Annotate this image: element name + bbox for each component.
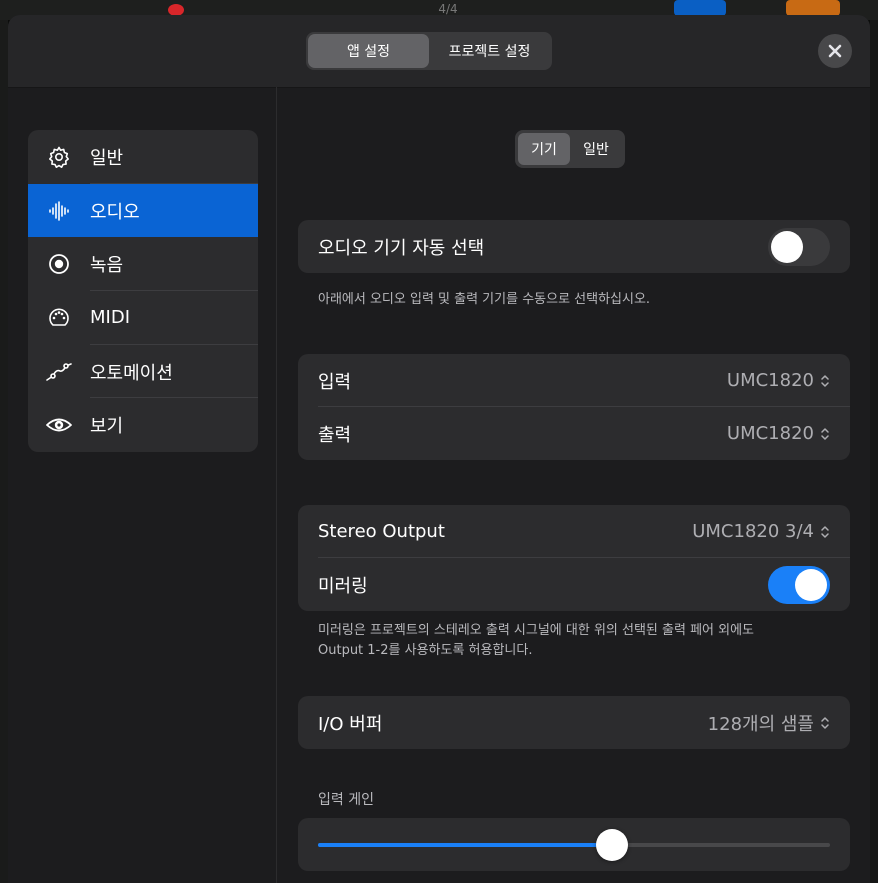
io-buffer-label: I/O 버퍼: [318, 713, 383, 735]
sidebar-item-automation[interactable]: 오토메이션: [28, 345, 258, 399]
input-gain-slider-knob[interactable]: [596, 829, 629, 861]
chevron-up-down-icon: [821, 427, 829, 440]
waveform-icon: [28, 199, 90, 223]
sidebar-item-view[interactable]: 보기: [28, 398, 258, 452]
io-buffer-group: I/O 버퍼 128개의 샘플: [298, 696, 850, 749]
stereo-output-value: UMC1820 3/4: [692, 521, 814, 542]
devices-group: 입력 UMC1820 출력 UMC1820: [298, 354, 850, 460]
background-edge-left: [0, 20, 8, 883]
audio-subtab-segmented-control: 기기 일반: [515, 130, 625, 168]
input-gain-slider[interactable]: [318, 829, 830, 861]
close-button[interactable]: [818, 34, 852, 68]
sidebar-item-label: 녹음: [90, 255, 124, 277]
chevron-up-down-icon: [821, 525, 829, 538]
sidebar: 일반 오디오 녹음 MIDI 오토메이션 보기: [28, 130, 258, 452]
sidebar-item-label: 일반: [90, 147, 124, 169]
auto-select-label: 오디오 기기 자동 선택: [318, 237, 485, 259]
chevron-up-down-icon: [821, 716, 829, 729]
io-buffer-value: 128개의 샘플: [707, 713, 814, 735]
mirroring-label: 미러링: [318, 575, 368, 597]
tab-devices[interactable]: 기기: [518, 133, 570, 165]
auto-select-footnote: 아래에서 오디오 입력 및 출력 기기를 수동으로 선택하십시오.: [318, 292, 651, 307]
mirroring-row: 미러링: [298, 558, 850, 611]
sidebar-item-label: MIDI: [90, 307, 131, 329]
sidebar-item-general[interactable]: 일반: [28, 130, 258, 184]
sidebar-item-label: 오토메이션: [90, 362, 173, 384]
close-icon: [828, 44, 842, 58]
input-device-row[interactable]: 입력 UMC1820: [298, 354, 850, 407]
background-metronome-button: [674, 0, 726, 16]
toggle-knob: [771, 230, 803, 263]
stereo-output-row[interactable]: Stereo Output UMC1820 3/4: [298, 505, 850, 558]
sidebar-item-label: 오디오: [90, 201, 140, 223]
mirroring-footnote-line2: Output 1-2를 사용하도록 허용합니다.: [318, 643, 533, 658]
auto-select-toggle[interactable]: [768, 227, 830, 266]
record-icon: [28, 252, 90, 276]
panel-header: 앱 설정 프로젝트 설정: [8, 15, 870, 88]
sidebar-divider: [276, 87, 277, 883]
settings-scope-segmented-control: 앱 설정 프로젝트 설정: [306, 32, 552, 70]
sidebar-item-midi[interactable]: MIDI: [28, 291, 258, 345]
stereo-output-group: Stereo Output UMC1820 3/4 미러링: [298, 505, 850, 611]
mirroring-footnote-line1: 미러링은 프로젝트의 스테레오 출력 시그널에 대한 위의 선택된 출력 페어 …: [318, 623, 755, 638]
auto-select-row: 오디오 기기 자동 선택: [298, 220, 850, 273]
background-orange-button: [786, 0, 840, 16]
mirroring-footnote: 미러링은 프로젝트의 스테레오 출력 시그널에 대한 위의 선택된 출력 페어 …: [318, 621, 838, 661]
settings-panel: 앱 설정 프로젝트 설정 일반 오디오 녹음 MIDI 오토메이션 보기 기기 …: [8, 15, 870, 883]
tab-general[interactable]: 일반: [570, 133, 622, 165]
midi-connector-icon: [28, 306, 90, 330]
input-gain-group: [298, 818, 850, 871]
input-gain-slider-fill: [318, 843, 613, 847]
input-value: UMC1820: [726, 370, 814, 391]
toggle-knob: [795, 568, 827, 601]
eye-icon: [28, 413, 90, 437]
chevron-up-down-icon: [821, 374, 829, 387]
sidebar-item-recording[interactable]: 녹음: [28, 237, 258, 292]
automation-curve-icon: [28, 360, 90, 384]
mirroring-toggle[interactable]: [768, 565, 830, 604]
input-label: 입력: [318, 371, 352, 393]
gear-icon: [28, 145, 90, 169]
tab-project-settings[interactable]: 프로젝트 설정: [429, 34, 550, 68]
stereo-output-label: Stereo Output: [318, 521, 445, 542]
auto-select-group: 오디오 기기 자동 선택: [298, 220, 850, 273]
output-value: UMC1820: [726, 423, 814, 444]
input-gain-label: 입력 게인: [318, 792, 374, 808]
sidebar-item-label: 보기: [90, 416, 124, 438]
io-buffer-row[interactable]: I/O 버퍼 128개의 샘플: [298, 696, 850, 749]
output-device-row[interactable]: 출력 UMC1820: [298, 407, 850, 460]
sidebar-item-audio[interactable]: 오디오: [28, 183, 258, 238]
background-edge-right: [870, 20, 878, 883]
output-label: 출력: [318, 424, 352, 446]
tab-app-settings[interactable]: 앱 설정: [308, 34, 429, 68]
